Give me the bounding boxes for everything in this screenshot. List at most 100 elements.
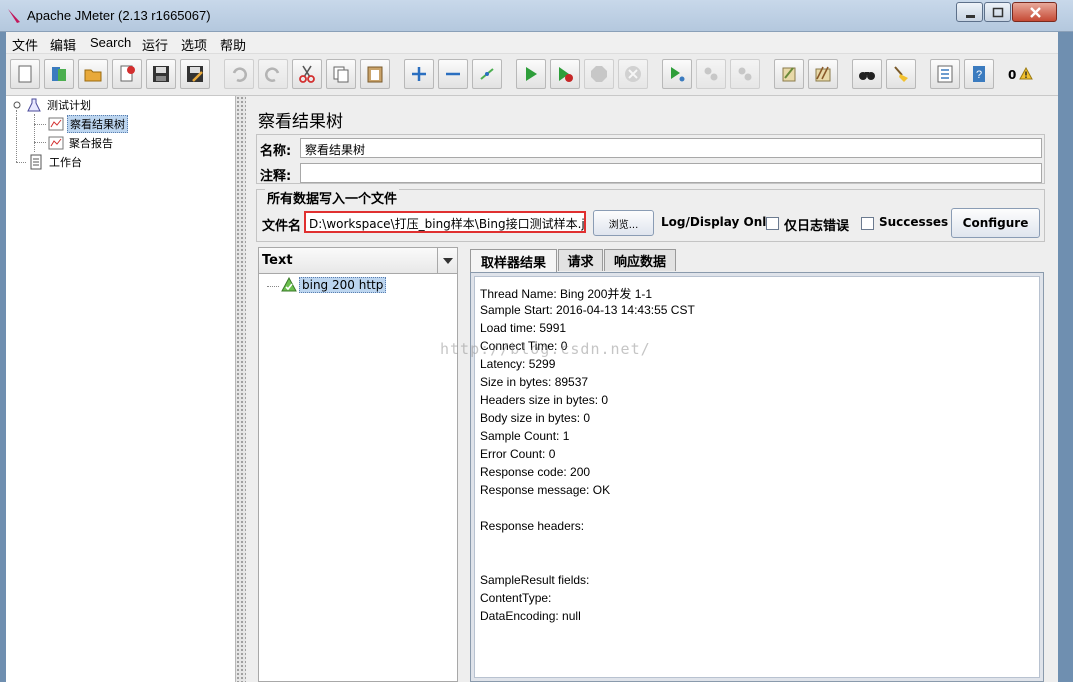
menu-run[interactable]: 运行 [142, 35, 168, 54]
toggle-icon [480, 68, 494, 80]
workbench-icon [30, 154, 42, 170]
paste-icon [367, 66, 383, 83]
menu-file[interactable]: 文件 [12, 35, 38, 54]
save-as-button[interactable] [180, 59, 210, 89]
shutdown-icon [625, 66, 641, 82]
comment-input[interactable] [300, 163, 1042, 183]
remote-stop-button[interactable] [696, 59, 726, 89]
sample-result-item[interactable]: bing 200 http [281, 277, 387, 293]
clear-all-button[interactable] [808, 59, 838, 89]
undo-icon [232, 67, 247, 82]
start-button[interactable] [516, 59, 546, 89]
renderer-combo[interactable]: Text [259, 248, 457, 274]
result-line: Headers size in bytes: 0 [480, 393, 609, 407]
result-line: DataEncoding: null [480, 609, 581, 623]
title-bar: Apache JMeter (2.13 r1665067) [0, 0, 1073, 32]
sampler-result-text[interactable]: Thread Name: Bing 200并发 1-1 Sample Start:… [474, 276, 1040, 678]
name-label: 名称: [260, 144, 292, 159]
templates-icon [52, 67, 66, 81]
tab-response-data[interactable]: 响应数据 [604, 249, 676, 271]
result-line [480, 555, 1034, 573]
result-line: Sample Count: 1 [480, 429, 570, 443]
paste-button[interactable] [360, 59, 390, 89]
result-line [480, 501, 1034, 519]
configure-button[interactable]: Configure [951, 208, 1040, 238]
cut-icon [299, 65, 315, 83]
reset-search-button[interactable] [886, 59, 916, 89]
menu-edit[interactable]: 编辑 [50, 35, 76, 54]
tree-node-aggregate-report[interactable]: 聚合报告 [48, 134, 115, 152]
warning-icon[interactable] [1019, 67, 1033, 80]
listener-icon [48, 136, 64, 150]
stop-button[interactable] [584, 59, 614, 89]
result-line: Latency: 5299 [480, 357, 556, 371]
remote-shutdown-button[interactable] [730, 59, 760, 89]
menu-options[interactable]: 选项 [181, 35, 207, 54]
panel-title: 察看结果树 [258, 112, 343, 131]
error-count: 0 [1008, 68, 1017, 82]
function-helper-button[interactable] [930, 59, 960, 89]
collapse-button[interactable] [438, 59, 468, 89]
svg-text:?: ? [976, 69, 982, 81]
sample-result-label: bing 200 http [299, 277, 387, 293]
listener-panel: 察看结果树 名称: 察看结果树 注释: 所有数据写入一个文件 文件名 D:\wo… [246, 96, 1058, 682]
start-no-pause-icon [559, 67, 573, 82]
result-line: Size in bytes: 89537 [480, 375, 589, 389]
close-button[interactable] [112, 59, 142, 89]
start-no-pause-button[interactable] [550, 59, 580, 89]
clear-icon [782, 67, 796, 82]
save-icon [153, 66, 169, 82]
name-input[interactable]: 察看结果树 [300, 138, 1042, 158]
menu-bar: 文件 编辑 Search 运行 选项 帮助 [6, 32, 1058, 54]
expand-button[interactable] [404, 59, 434, 89]
successes-checkbox[interactable] [861, 217, 874, 230]
help-button[interactable]: ? [964, 59, 994, 89]
help-icon: ? [973, 66, 985, 82]
renderer-combo-value: Text [262, 253, 293, 268]
close-file-icon [120, 65, 135, 82]
file-group-title: 所有数据写入一个文件 [265, 188, 400, 207]
result-line: Response headers: [480, 519, 585, 533]
pane-splitter[interactable] [236, 96, 246, 682]
result-line: Response message: OK [480, 483, 611, 497]
redo-button[interactable] [258, 59, 288, 89]
watermark: http://blog.csdn.net/ [440, 340, 651, 358]
clear-button[interactable] [774, 59, 804, 89]
flask-icon [27, 98, 41, 112]
new-button[interactable] [10, 59, 40, 89]
tree-expand-icon[interactable] [12, 100, 22, 110]
menu-help[interactable]: 帮助 [220, 35, 246, 54]
minimize-button[interactable] [956, 2, 983, 22]
copy-button[interactable] [326, 59, 356, 89]
tree-node-workbench[interactable]: 工作台 [28, 153, 84, 171]
menu-search[interactable]: Search [90, 35, 131, 50]
close-window-button[interactable] [1012, 2, 1057, 22]
toggle-button[interactable] [472, 59, 502, 89]
redo-icon [265, 67, 280, 82]
shutdown-button[interactable] [618, 59, 648, 89]
tab-request[interactable]: 请求 [558, 249, 603, 271]
browse-button[interactable]: 浏览... [593, 210, 654, 236]
tree-node-view-results-tree[interactable]: 察看结果树 [48, 115, 128, 133]
comment-label: 注释: [260, 169, 292, 184]
remote-start-icon [671, 67, 685, 82]
open-button[interactable] [78, 59, 108, 89]
tree-node-label: 工作台 [49, 156, 82, 169]
open-icon [84, 69, 102, 82]
tab-sampler-result[interactable]: 取样器结果 [470, 249, 557, 272]
search-button[interactable] [852, 59, 882, 89]
remote-start-button[interactable] [662, 59, 692, 89]
result-line: Response code: 200 [480, 465, 591, 479]
errors-only-checkbox[interactable] [766, 217, 779, 230]
save-button[interactable] [146, 59, 176, 89]
maximize-button[interactable] [984, 2, 1011, 22]
tree-node-test-plan[interactable]: 测试计划 [26, 96, 93, 114]
toolbar: ? 0 [6, 54, 1058, 96]
broom-icon [894, 66, 908, 82]
result-line [480, 537, 1034, 555]
templates-button[interactable] [44, 59, 74, 89]
remote-shutdown-icon [738, 67, 752, 81]
filename-input[interactable]: D:\workspace\打压_bing样本\Bing接口测试样本.jtl [304, 211, 586, 233]
cut-button[interactable] [292, 59, 322, 89]
undo-button[interactable] [224, 59, 254, 89]
